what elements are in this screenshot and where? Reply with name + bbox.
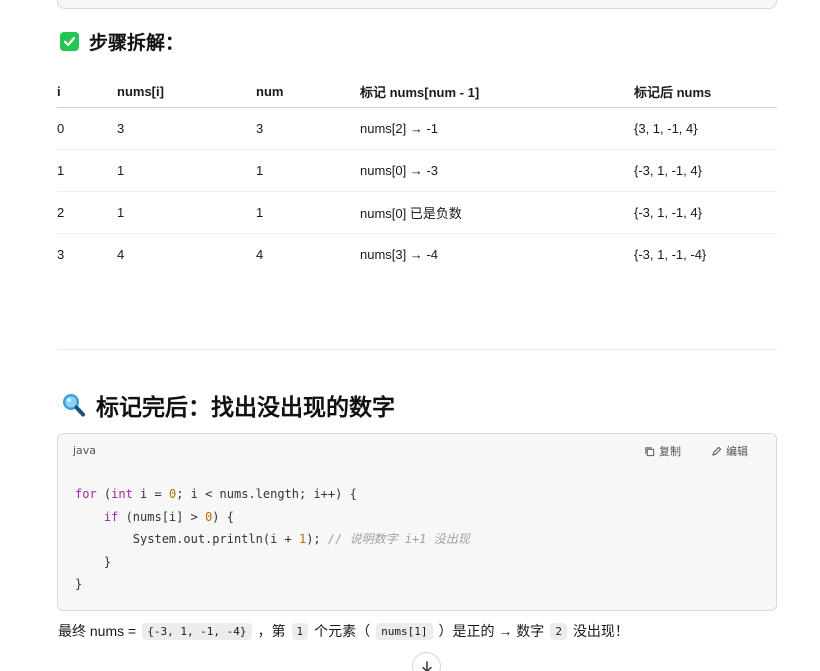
table-cell: 3 bbox=[57, 246, 65, 262]
table-cell: nums[0] 已是负数 bbox=[360, 191, 634, 234]
column-header: i bbox=[57, 76, 117, 108]
code-text: System.out.println(i + bbox=[132, 532, 299, 546]
code-text: ; i < nums.length; i++) { bbox=[176, 487, 357, 501]
table-cell: {-3, 1, -1, -4} bbox=[634, 246, 707, 262]
code-keyword: int bbox=[111, 487, 133, 501]
table-cell: 0 bbox=[57, 107, 117, 150]
table-cell: 1 bbox=[256, 191, 360, 234]
copy-button[interactable]: 复制 bbox=[644, 443, 681, 459]
table-cell: 2 bbox=[57, 191, 117, 234]
table-row: 1 1 1 nums[0] → -3 {-3, 1, -1, 4} bbox=[57, 149, 777, 192]
steps-heading-text: 步骤拆解： bbox=[89, 33, 185, 54]
edit-button-label: 编辑 bbox=[726, 446, 748, 458]
code-keyword: for bbox=[75, 487, 97, 501]
copy-icon bbox=[645, 446, 655, 456]
table-cell: nums[3] → -4 bbox=[360, 246, 439, 262]
table-cell: 4 bbox=[256, 246, 264, 262]
conclusion-part: ，第 bbox=[257, 623, 286, 639]
steps-table: i nums[i] num 标记 nums[num - 1] 标记后 nums … bbox=[57, 76, 777, 275]
column-header: 标记 nums[num - 1] bbox=[360, 76, 634, 108]
table-cell: 3 bbox=[117, 107, 256, 150]
code-text: ); bbox=[306, 532, 328, 546]
code-keyword: if bbox=[103, 509, 119, 524]
code-comment: // 说明数字 i+1 没出现 bbox=[327, 532, 470, 546]
table-cell: nums[2] → -1 bbox=[360, 107, 634, 150]
find-heading: 标记完后：找出没出现的数字 bbox=[60, 388, 395, 422]
code-language-label: java bbox=[73, 444, 97, 457]
table-cell: {-3, 1, -1, 4} bbox=[634, 191, 777, 234]
conclusion-part: ）是正的 → 数字 bbox=[438, 623, 545, 639]
code-content: for (int i = 0; i < nums.length; i++) { … bbox=[75, 483, 470, 596]
table-header-row: i nums[i] num 标记 nums[num - 1] 标记后 nums bbox=[57, 76, 777, 108]
table-row: 0 3 3 nums[2] → -1 {3, 1, -1, 4} bbox=[57, 107, 777, 150]
table-cell: 4 bbox=[117, 246, 125, 262]
section-divider bbox=[57, 349, 777, 350]
code-text: (nums[i] > bbox=[118, 509, 206, 524]
magnifier-icon bbox=[63, 394, 85, 417]
conclusion-part: 没出现！ bbox=[572, 623, 629, 639]
table-cell: 3 bbox=[256, 107, 360, 150]
steps-heading: 步骤拆解： bbox=[60, 28, 184, 55]
copy-button-label: 复制 bbox=[659, 446, 681, 458]
previous-block-frame bbox=[57, 0, 777, 9]
column-header: num bbox=[256, 76, 360, 108]
edit-button[interactable]: 编辑 bbox=[711, 443, 748, 459]
code-text: i = bbox=[132, 487, 169, 501]
table-cell: 1 bbox=[57, 149, 117, 192]
inline-code-digit: 2 bbox=[550, 622, 567, 640]
inline-code-array: {-3, 1, -1, -4} bbox=[142, 622, 252, 640]
code-text: ) { bbox=[212, 509, 234, 524]
arrow-down-icon bbox=[421, 660, 432, 671]
code-actions: 复制 编辑 bbox=[644, 443, 748, 459]
conclusion-part: 最终 nums = bbox=[58, 623, 137, 639]
table-cell: 1 bbox=[117, 149, 256, 192]
code-text: } bbox=[75, 577, 83, 591]
table-cell: 1 bbox=[117, 191, 256, 234]
find-heading-text: 标记完后：找出没出现的数字 bbox=[96, 394, 395, 420]
table-row: 3 4 4 nums[3] → -4 {-3, 1, -1, -4} bbox=[57, 233, 777, 275]
table-cell: {3, 1, -1, 4} bbox=[634, 107, 777, 150]
table-cell: nums[0] → -3 bbox=[360, 149, 634, 192]
code-text: ( bbox=[96, 487, 112, 501]
column-header: 标记后 nums bbox=[634, 76, 777, 108]
scroll-down-button[interactable] bbox=[412, 652, 441, 671]
column-header: nums[i] bbox=[117, 76, 256, 108]
edit-icon bbox=[712, 446, 722, 456]
check-box-icon bbox=[60, 32, 79, 51]
conclusion-part: 个元素（ bbox=[314, 623, 371, 639]
table-cell: {-3, 1, -1, 4} bbox=[634, 149, 777, 192]
code-text: } bbox=[103, 554, 112, 569]
table-row: 2 1 1 nums[0] 已是负数 {-3, 1, -1, 4} bbox=[57, 191, 777, 234]
inline-code-index: 1 bbox=[291, 622, 309, 640]
table-cell: 1 bbox=[256, 149, 360, 192]
conclusion-text: 最终 nums = {-3, 1, -1, -4} ，第 1 个元素（ nums… bbox=[58, 621, 629, 641]
code-block: java 复制 编辑 for (int i = 0; i < nums.leng… bbox=[57, 433, 777, 611]
inline-code-element: nums[1] bbox=[376, 622, 433, 640]
